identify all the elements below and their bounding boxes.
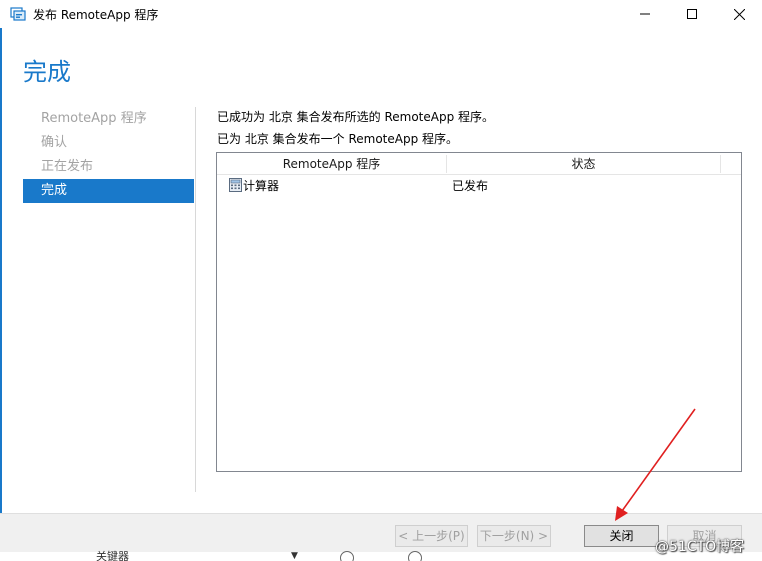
background-window-text: 关键器	[96, 550, 129, 561]
maximize-icon	[687, 9, 697, 19]
window-title: 发布 RemoteApp 程序	[33, 8, 159, 22]
step-completion[interactable]: 完成	[23, 179, 194, 203]
status-cell: 已发布	[452, 179, 489, 193]
title-bar: 发布 RemoteApp 程序	[0, 0, 762, 28]
column-header-status[interactable]: 状态	[447, 153, 720, 175]
previous-button[interactable]: < 上一步(P)	[395, 525, 468, 547]
step-remoteapp-programs[interactable]: RemoteApp 程序	[23, 107, 194, 131]
wizard-step-list: RemoteApp 程序 确认 正在发布 完成	[23, 107, 194, 203]
column-header-program[interactable]: RemoteApp 程序	[217, 153, 446, 175]
watermark-text: @51CTO博客	[655, 539, 745, 555]
window-border-accent	[0, 28, 2, 513]
minimize-icon	[640, 9, 650, 19]
summary-message: 已为 北京 集合发布一个 RemoteApp 程序。	[217, 132, 459, 146]
table-row[interactable]: 计算器 已发布	[217, 175, 741, 195]
program-name-cell: 计算器	[243, 179, 280, 193]
background-circle-icon	[340, 551, 354, 561]
calculator-icon	[229, 178, 242, 192]
next-button[interactable]: 下一步(N) >	[477, 525, 551, 547]
background-circle-icon	[408, 551, 422, 561]
close-icon	[733, 8, 745, 20]
column-separator[interactable]	[720, 155, 721, 173]
remoteapp-window-icon	[10, 6, 26, 22]
published-apps-list[interactable]: RemoteApp 程序 状态 计算器 已发布	[216, 152, 742, 472]
list-header: RemoteApp 程序 状态	[217, 153, 741, 175]
step-publishing[interactable]: 正在发布	[23, 155, 194, 179]
maximize-button[interactable]	[669, 0, 715, 28]
close-window-button[interactable]	[716, 0, 762, 28]
close-button[interactable]: 关闭	[584, 525, 659, 547]
success-message: 已成功为 北京 集合发布所选的 RemoteApp 程序。	[217, 110, 495, 124]
step-confirmation[interactable]: 确认	[23, 131, 194, 155]
dropdown-arrow-icon: ▼	[291, 551, 298, 561]
page-title: 完成	[23, 58, 71, 86]
nav-divider	[195, 107, 196, 492]
minimize-button[interactable]	[622, 0, 668, 28]
